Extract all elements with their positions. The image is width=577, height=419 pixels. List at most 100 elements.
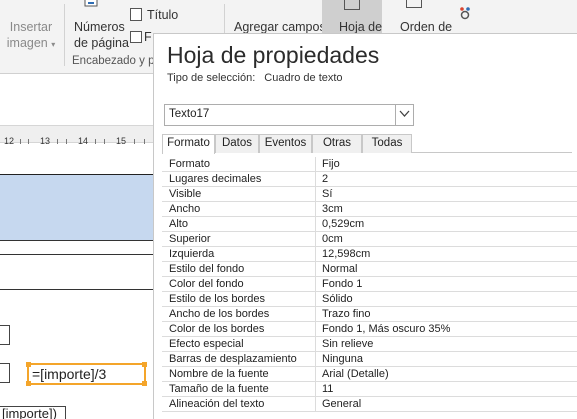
title-button[interactable]: Título [130,8,178,22]
tab-order-icon [406,0,422,8]
property-row[interactable]: Estilo del fondo Normal [162,262,577,277]
property-value[interactable]: Trazo fino [322,307,371,321]
property-row[interactable]: Formato Fijo [162,157,577,172]
property-name: Estilo de los bordes [169,293,265,305]
property-value[interactable]: 12,598cm [322,247,370,261]
property-tabs: Formato Datos Eventos Otras Todas [162,134,572,154]
selected-text-box[interactable]: =[importe]/3 [26,362,147,386]
section-divider [0,254,160,255]
tab-otras[interactable]: Otras [312,134,362,153]
selected-section-band[interactable] [0,174,160,240]
property-sheet-label: Hoja de [339,20,383,34]
report-control[interactable] [0,325,10,345]
property-name: Izquierda [169,248,215,260]
property-row[interactable]: Color del fondo Fondo 1 [162,277,577,292]
chevron-down-icon: ▾ [51,40,56,49]
chevron-down-icon [399,110,410,117]
object-select[interactable]: Texto17 [164,104,414,126]
property-name: Tamaño de la fuente [169,383,269,395]
property-row[interactable]: Estilo de los bordes Sólido [162,292,577,307]
title-icon [130,8,142,21]
tab-formato[interactable]: Formato [162,134,215,154]
property-row[interactable]: Efecto especial Sin relieve [162,337,577,352]
property-name: Nombre de la fuente [169,368,269,380]
tab-order-label: Orden de [400,20,453,34]
property-value[interactable]: 0cm [322,232,343,246]
convert-macros-icon[interactable] [458,7,472,21]
property-sheet-pane: Hoja de propiedades Tipo de selección: Cu… [153,33,577,419]
property-row[interactable]: Superior 0cm [162,232,577,247]
tab-datos[interactable]: Datos [215,134,259,153]
date-time-button[interactable]: F [130,30,152,44]
property-sheet-title: Hoja de propiedades [167,42,380,68]
insert-image-label-2: imagen ▾ [6,36,56,50]
property-value[interactable]: 2 [322,172,328,186]
property-value[interactable]: Sólido [322,292,353,306]
insert-image-label-1: Insertar [9,20,53,34]
page-number-icon [84,0,98,7]
importe-field-control[interactable]: [importe]) [0,406,66,419]
tab-todas[interactable]: Todas [362,134,412,153]
date-time-label: F [144,30,152,44]
selection-type: Tipo de selección: Cuadro de texto [167,72,343,84]
property-name: Alineación del texto [169,398,265,410]
property-name: Alto [169,218,188,230]
selection-type-value: Cuadro de texto [264,72,343,84]
horizontal-ruler: 12 13 14 15 [0,136,160,148]
property-value[interactable]: Arial (Detalle) [322,367,389,381]
property-value[interactable]: Fijo [322,157,340,171]
property-row[interactable]: Alineación del texto General [162,397,577,412]
property-name: Formato [169,158,210,170]
resize-handle[interactable] [26,381,31,386]
tab-eventos[interactable]: Eventos [259,134,312,153]
property-sheet-icon [344,0,360,10]
section-divider [0,289,160,290]
property-value[interactable]: Sin relieve [322,337,373,351]
ribbon-separator [64,4,65,66]
page-numbers-label-2: de página [74,36,129,50]
property-row[interactable]: Alto 0,529cm [162,217,577,232]
property-row[interactable]: Barras de desplazamiento Ninguna [162,352,577,367]
property-name: Estilo del fondo [169,263,245,275]
expression-text: =[importe]/3 [32,366,107,382]
ruler-label: 12 [4,136,15,146]
property-value[interactable]: 3cm [322,202,343,216]
resize-handle[interactable] [142,381,147,386]
property-name: Ancho [169,203,201,215]
property-row[interactable]: Ancho de los bordes Trazo fino [162,307,577,322]
property-value[interactable]: Normal [322,262,357,276]
resize-handle[interactable] [142,362,147,367]
ruler-label: 15 [116,136,127,146]
property-value[interactable]: 0,529cm [322,217,364,231]
property-value[interactable]: General [322,397,361,411]
add-fields-button[interactable]: Agregar campos [234,20,326,34]
report-control[interactable] [0,363,10,383]
property-row[interactable]: Ancho 3cm [162,202,577,217]
property-value[interactable]: Ninguna [322,352,363,366]
resize-handle[interactable] [26,362,31,367]
property-name: Lugares decimales [169,173,262,185]
property-name: Color del fondo [169,278,244,290]
property-row[interactable]: Tamaño de la fuente 11 [162,382,577,397]
property-row[interactable]: Lugares decimales 2 [162,172,577,187]
object-select-value: Texto17 [169,108,210,120]
property-name: Efecto especial [169,338,244,350]
property-row[interactable]: Visible Sí [162,187,577,202]
property-row[interactable]: Nombre de la fuente Arial (Detalle) [162,367,577,382]
selection-type-label: Tipo de selección: [167,72,256,84]
property-value[interactable]: Fondo 1, Más oscuro 35% [322,322,450,336]
report-design-surface[interactable]: 12 13 14 15 =[importe]/3 [importe]) [0,73,160,419]
object-select-dropdown-button[interactable] [395,105,413,125]
property-name: Color de los bordes [169,323,265,335]
header-footer-group-label: Encabezado y p [72,55,155,67]
property-name: Visible [169,188,202,200]
property-value[interactable]: Sí [322,187,332,201]
property-value[interactable]: Fondo 1 [322,277,362,291]
property-value[interactable]: 11 [322,382,333,396]
property-row[interactable]: Color de los bordes Fondo 1, Más oscuro 3… [162,322,577,337]
property-name: Superior [169,233,211,245]
property-row[interactable]: Izquierda 12,598cm [162,247,577,262]
page-numbers-label-1: Números [74,20,125,34]
title-button-label: Título [147,8,179,22]
ruler-label: 13 [40,136,51,146]
